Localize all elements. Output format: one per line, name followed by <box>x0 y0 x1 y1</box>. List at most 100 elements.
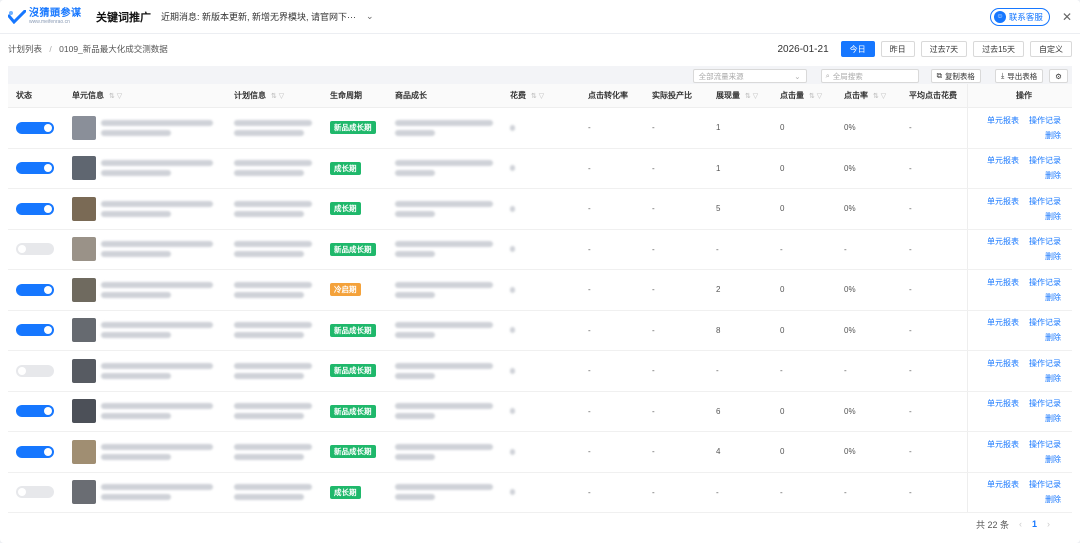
sort-filter-icon[interactable]: ⇅ ▽ <box>809 92 822 100</box>
headset-icon: ☺ <box>993 10 1006 23</box>
status-toggle[interactable] <box>16 121 54 134</box>
operation-log-link[interactable]: 操作记录 <box>1029 196 1061 207</box>
current-date: 2026-01-21 <box>777 43 829 55</box>
sort-filter-icon[interactable]: ⇅ ▽ <box>745 92 758 100</box>
date-15days-button[interactable]: 过去15天 <box>973 41 1024 57</box>
delete-link[interactable]: 删除 <box>1045 494 1061 505</box>
status-toggle[interactable] <box>16 162 54 175</box>
unit-info-redacted <box>101 158 213 178</box>
growth-redacted <box>395 199 493 219</box>
delete-link[interactable]: 删除 <box>1045 292 1061 303</box>
status-toggle[interactable] <box>16 364 54 377</box>
logo-url: www.meifenrao.cn <box>29 18 70 25</box>
date-7days-button[interactable]: 过去7天 <box>920 41 968 57</box>
delete-link[interactable]: 删除 <box>1045 211 1061 222</box>
unit-report-link[interactable]: 单元报表 <box>987 155 1019 166</box>
unit-report-link[interactable]: 单元报表 <box>987 398 1019 409</box>
date-custom-button[interactable]: 自定义 <box>1030 41 1072 57</box>
cvr-cell: - <box>588 447 591 457</box>
col-cpc[interactable]: 平均点击花费 <box>909 90 957 101</box>
col-roi[interactable]: 实际投产比 <box>652 90 692 101</box>
col-ctr[interactable]: 点击率 <box>844 90 868 101</box>
delete-link[interactable]: 删除 <box>1045 373 1061 384</box>
cpc-cell: - <box>909 285 912 295</box>
unit-report-link[interactable]: 单元报表 <box>987 115 1019 126</box>
operation-log-link[interactable]: 操作记录 <box>1029 155 1061 166</box>
global-search-input[interactable]: ⌕ 全局搜索 <box>820 69 919 83</box>
sort-filter-icon[interactable]: ⇅ ▽ <box>271 92 284 100</box>
impressions-cell: 8 <box>716 325 721 335</box>
export-table-button[interactable]: ⤓ 导出表格 <box>994 69 1044 83</box>
next-page-icon[interactable]: › <box>1047 519 1050 529</box>
traffic-source-select[interactable]: 全部流量来源 ⌄ <box>692 69 807 83</box>
status-toggle[interactable] <box>16 202 54 215</box>
breadcrumb-root[interactable]: 计划列表 <box>8 44 42 54</box>
unit-report-link[interactable]: 单元报表 <box>987 479 1019 490</box>
delete-link[interactable]: 删除 <box>1045 251 1061 262</box>
delete-link[interactable]: 删除 <box>1045 332 1061 343</box>
unit-report-link[interactable]: 单元报表 <box>987 439 1019 450</box>
operation-log-link[interactable]: 操作记录 <box>1029 439 1061 450</box>
copy-table-button[interactable]: ⧉ 复制表格 <box>930 69 981 83</box>
operation-log-link[interactable]: 操作记录 <box>1029 236 1061 247</box>
status-toggle[interactable] <box>16 243 54 256</box>
settings-button[interactable]: ⚙ <box>1049 69 1068 83</box>
breadcrumb: 计划列表 / 0109_新品最大化成交测数据 <box>8 43 168 55</box>
col-cvr[interactable]: 点击转化率 <box>588 90 628 101</box>
roi-cell: - <box>652 447 655 457</box>
status-toggle[interactable] <box>16 283 54 296</box>
roi-cell: - <box>652 406 655 416</box>
impressions-cell: 2 <box>716 285 721 295</box>
current-page[interactable]: 1 <box>1032 519 1037 529</box>
product-thumbnail <box>72 156 96 181</box>
sort-filter-icon[interactable]: ⇅ ▽ <box>531 92 544 100</box>
export-table-label: 导出表格 <box>1007 71 1038 81</box>
operation-log-link[interactable]: 操作记录 <box>1029 358 1061 369</box>
clicks-cell: - <box>780 244 783 254</box>
delete-link[interactable]: 删除 <box>1045 454 1061 465</box>
status-toggle[interactable] <box>16 405 54 418</box>
sort-filter-icon[interactable]: ⇅ ▽ <box>873 92 886 100</box>
total-count: 共 22 条 <box>975 519 1009 530</box>
unit-report-link[interactable]: 单元报表 <box>987 196 1019 207</box>
logo-name: 沒猜頭参谋 <box>29 7 82 19</box>
unit-report-link[interactable]: 单元报表 <box>987 277 1019 288</box>
prev-page-icon[interactable]: ‹ <box>1019 519 1022 529</box>
operation-log-link[interactable]: 操作记录 <box>1029 277 1061 288</box>
status-toggle[interactable] <box>16 324 54 337</box>
operation-log-link[interactable]: 操作记录 <box>1029 479 1061 490</box>
col-unit-info[interactable]: 单元信息 <box>72 90 104 101</box>
col-cost[interactable]: 花费 <box>510 90 526 101</box>
date-yesterday-button[interactable]: 昨日 <box>880 41 915 57</box>
operation-log-link[interactable]: 操作记录 <box>1029 398 1061 409</box>
col-clicks[interactable]: 点击量 <box>780 90 804 101</box>
cost-redacted <box>510 489 515 496</box>
contact-service-button[interactable]: ☺ 联系客服 <box>989 7 1050 26</box>
unit-report-link[interactable]: 单元报表 <box>987 358 1019 369</box>
ctr-cell: - <box>844 487 847 497</box>
delete-link[interactable]: 删除 <box>1045 130 1061 141</box>
unit-report-link[interactable]: 单元报表 <box>987 317 1019 328</box>
col-plan-info[interactable]: 计划信息 <box>234 90 266 101</box>
status-toggle[interactable] <box>16 486 54 499</box>
breadcrumb-separator: / <box>49 44 52 54</box>
cost-redacted <box>510 246 515 253</box>
copy-table-label: 复制表格 <box>944 71 975 81</box>
cpc-cell: - <box>909 325 912 335</box>
delete-link[interactable]: 删除 <box>1045 170 1061 181</box>
chevron-down-icon[interactable]: ⌄ <box>366 11 374 22</box>
cost-redacted <box>510 286 515 293</box>
col-impressions[interactable]: 展现量 <box>716 90 740 101</box>
growth-redacted <box>395 280 493 300</box>
close-icon[interactable]: ✕ <box>1062 10 1072 24</box>
operation-log-link[interactable]: 操作记录 <box>1029 115 1061 126</box>
sort-filter-icon[interactable]: ⇅ ▽ <box>109 92 122 100</box>
status-toggle[interactable] <box>16 445 54 458</box>
date-today-button[interactable]: 今日 <box>840 41 875 57</box>
clicks-cell: 0 <box>780 447 785 457</box>
unit-report-link[interactable]: 单元报表 <box>987 236 1019 247</box>
impressions-cell: - <box>716 487 719 497</box>
delete-link[interactable]: 删除 <box>1045 413 1061 424</box>
contact-service-label: 联系客服 <box>1008 11 1043 22</box>
operation-log-link[interactable]: 操作记录 <box>1029 317 1061 328</box>
